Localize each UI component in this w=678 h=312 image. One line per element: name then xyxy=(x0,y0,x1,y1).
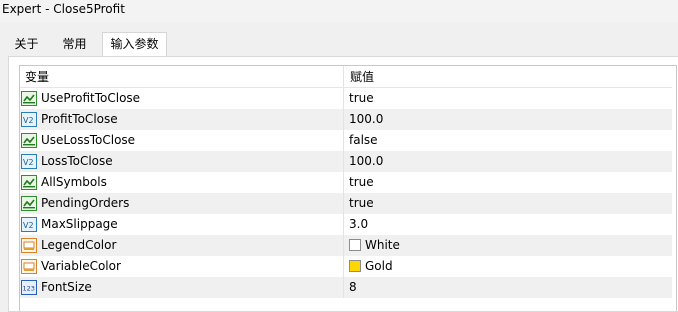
svg-text:123: 123 xyxy=(23,285,35,293)
color-icon xyxy=(21,238,37,253)
table-row[interactable]: UseLossToClose false xyxy=(20,130,676,151)
table-row[interactable]: V2 ProfitToClose 100.0 xyxy=(20,109,676,130)
column-divider xyxy=(343,193,344,214)
table-row[interactable]: 123 FontSize 8 xyxy=(20,277,676,298)
parameter-value-text: 100.0 xyxy=(349,154,384,168)
bool-icon xyxy=(21,91,37,106)
parameter-name: AllSymbols xyxy=(41,175,107,189)
parameter-value-text: Gold xyxy=(365,259,393,273)
parameter-value[interactable]: Gold xyxy=(349,256,393,277)
bool-icon xyxy=(21,175,37,190)
double-icon: V2 xyxy=(21,154,37,169)
parameters-grid: 变量 赋值 UseProfitToClose true V2 ProfitToClos… xyxy=(19,65,677,311)
svg-text:V2: V2 xyxy=(23,116,34,125)
column-divider xyxy=(343,277,344,298)
window-title: Expert - Close5Profit xyxy=(2,2,125,16)
parameter-value-text: 8 xyxy=(349,280,357,294)
parameter-value[interactable]: White xyxy=(349,235,400,256)
parameter-name: PendingOrders xyxy=(41,196,130,210)
double-icon: V2 xyxy=(21,217,37,232)
tab-input-parameters[interactable]: 输入参数 xyxy=(102,32,167,57)
parameter-name: ProfitToClose xyxy=(41,112,118,126)
parameter-name: VariableColor xyxy=(41,259,121,273)
parameter-name: FontSize xyxy=(41,280,92,294)
parameter-name: MaxSlippage xyxy=(41,217,118,231)
svg-text:V2: V2 xyxy=(23,221,34,230)
int-icon: 123 xyxy=(21,280,37,295)
tab-about[interactable]: 关于 xyxy=(4,34,49,55)
column-header-variable[interactable]: 变量 xyxy=(25,66,49,87)
parameter-name: LegendColor xyxy=(41,238,117,252)
bool-icon xyxy=(21,196,37,211)
parameter-value[interactable]: true xyxy=(349,172,374,193)
color-swatch xyxy=(349,260,361,272)
double-icon: V2 xyxy=(21,112,37,127)
column-divider[interactable] xyxy=(343,66,344,87)
color-icon xyxy=(21,259,37,274)
column-divider xyxy=(343,130,344,151)
parameter-value[interactable]: 100.0 xyxy=(349,151,383,172)
window-title-bar: Expert - Close5Profit xyxy=(0,0,678,22)
parameter-name: UseProfitToClose xyxy=(41,91,141,105)
color-swatch xyxy=(349,239,361,251)
column-divider xyxy=(343,88,344,109)
parameter-name: LossToClose xyxy=(41,154,113,168)
parameter-value[interactable]: true xyxy=(349,88,374,109)
parameter-value-text: 100.0 xyxy=(349,112,384,126)
tab-content-panel: 变量 赋值 UseProfitToClose true V2 ProfitToClos… xyxy=(8,56,678,312)
column-divider xyxy=(343,151,344,172)
vertical-scrollbar[interactable] xyxy=(672,66,676,311)
table-row[interactable]: V2 LossToClose 100.0 xyxy=(20,151,676,172)
table-row[interactable]: LegendColor White xyxy=(20,235,676,256)
parameter-value-text: true xyxy=(349,91,374,105)
grid-header: 变量 赋值 xyxy=(20,66,676,88)
parameter-value-text: 3.0 xyxy=(349,217,369,231)
column-divider xyxy=(343,109,344,130)
table-row[interactable]: VariableColor Gold xyxy=(20,256,676,277)
bool-icon xyxy=(21,133,37,148)
parameter-value[interactable]: true xyxy=(349,193,374,214)
parameter-value[interactable]: 8 xyxy=(349,277,357,298)
column-divider xyxy=(343,235,344,256)
table-row[interactable]: UseProfitToClose true xyxy=(20,88,676,109)
tab-bar: 关于 常用 输入参数 xyxy=(0,28,678,57)
column-divider xyxy=(343,256,344,277)
parameter-value-text: false xyxy=(349,133,378,147)
table-row[interactable]: PendingOrders true xyxy=(20,193,676,214)
parameter-value[interactable]: false xyxy=(349,130,378,151)
grid-rows: UseProfitToClose true V2 ProfitToClose 100.0… xyxy=(20,88,676,298)
parameter-value-text: true xyxy=(349,196,374,210)
parameter-value[interactable]: 100.0 xyxy=(349,109,383,130)
column-header-value[interactable]: 赋值 xyxy=(350,66,374,87)
table-row[interactable]: AllSymbols true xyxy=(20,172,676,193)
parameter-value-text: true xyxy=(349,175,374,189)
column-divider xyxy=(343,172,344,193)
table-row[interactable]: V2 MaxSlippage 3.0 xyxy=(20,214,676,235)
tab-common[interactable]: 常用 xyxy=(52,34,97,55)
svg-text:V2: V2 xyxy=(23,158,34,167)
parameter-value-text: White xyxy=(365,238,400,252)
parameter-value[interactable]: 3.0 xyxy=(349,214,368,235)
column-divider xyxy=(343,214,344,235)
parameter-name: UseLossToClose xyxy=(41,133,136,147)
